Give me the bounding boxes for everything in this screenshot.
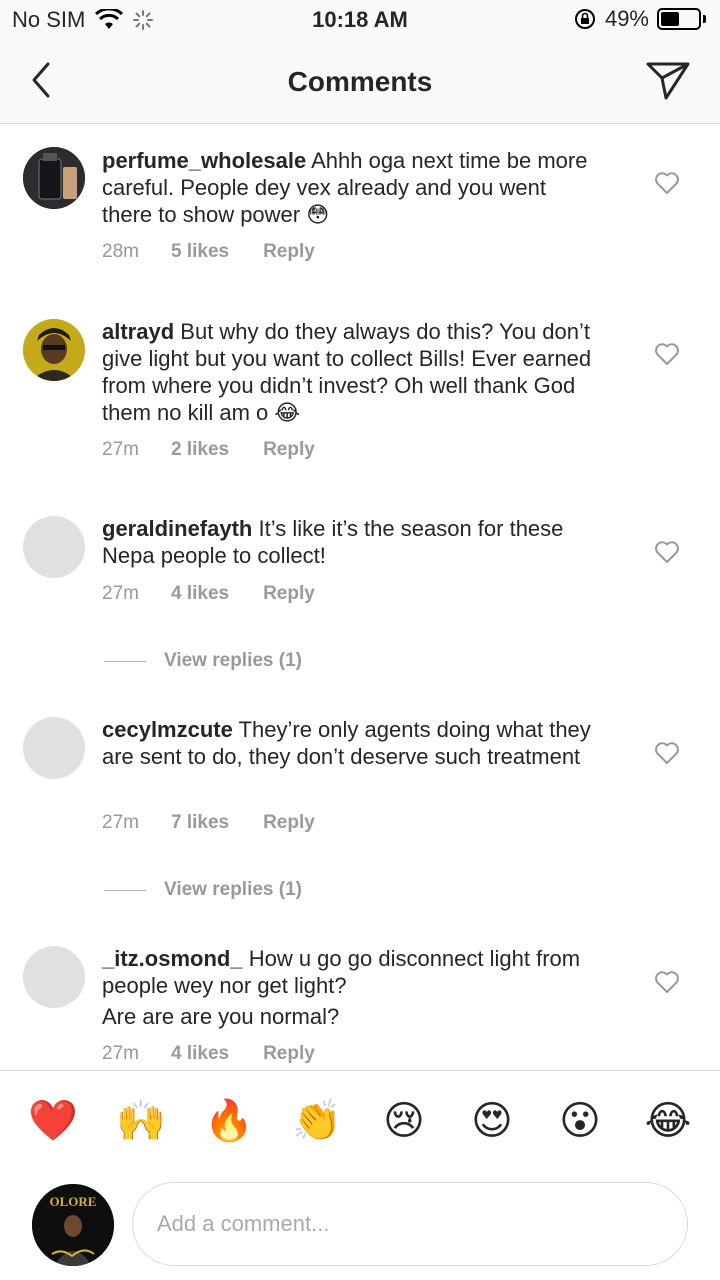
comment-likes[interactable]: 4 likes <box>171 1043 229 1065</box>
comment-likes[interactable]: 5 likes <box>171 241 229 263</box>
comment-text: perfume_wholesale Ahhh oga next time be … <box>102 147 602 228</box>
comment-likes[interactable]: 4 likes <box>171 583 229 605</box>
comment-text: altrayd But why do they always do this? … <box>102 318 602 426</box>
reaction-crying[interactable]: 😢 <box>380 1097 428 1145</box>
comment-time: 27m <box>102 439 139 460</box>
reaction-heart[interactable]: ❤️ <box>28 1097 78 1145</box>
paper-plane-icon <box>646 62 690 100</box>
divider-line <box>104 889 146 891</box>
heart-icon[interactable] <box>654 342 680 366</box>
comment-time: 28m <box>102 241 139 262</box>
comment-text: geraldinefayth It’s like it’s the season… <box>102 515 602 569</box>
comment-text: _itz.osmond_ How u go go disconnect ligh… <box>102 945 602 1030</box>
battery-tip <box>703 15 706 23</box>
comment-meta: 27m 7 likes Reply <box>102 812 315 834</box>
comment-username[interactable]: perfume_wholesale <box>102 148 306 173</box>
battery-fill <box>661 12 679 26</box>
reaction-heart-eyes[interactable]: 😍 <box>468 1097 516 1145</box>
reply-button[interactable]: Reply <box>263 439 315 461</box>
comment-username[interactable]: altrayd <box>102 319 174 344</box>
heart-icon[interactable] <box>654 171 680 195</box>
view-replies-button[interactable]: View replies (1) <box>104 650 302 672</box>
reaction-clapping[interactable]: 👏 <box>292 1097 342 1145</box>
reaction-raised-hands[interactable]: 🙌 <box>116 1097 166 1145</box>
comments-list[interactable]: perfume_wholesale Ahhh oga next time be … <box>0 125 720 1070</box>
page-title: Comments <box>287 66 433 97</box>
emoji-reaction-bar: ❤️ 🙌 🔥 👏 😢 😍 😮 😂 <box>0 1070 720 1176</box>
reaction-surprised[interactable]: 😮 <box>556 1097 604 1145</box>
comment-meta: 27m 4 likes Reply <box>102 1043 315 1065</box>
rotation-lock-icon <box>574 9 595 29</box>
view-replies-label: View replies (1) <box>164 879 302 900</box>
profile-photo-image <box>23 319 85 381</box>
comment-username[interactable]: cecylmzcute <box>102 717 233 742</box>
reaction-fire[interactable]: 🔥 <box>204 1097 254 1145</box>
comment-time: 27m <box>102 812 139 833</box>
battery-percent: 49% <box>604 6 649 31</box>
heart-icon[interactable] <box>654 540 680 564</box>
perfume-bottle-image <box>23 147 85 209</box>
comment-likes[interactable]: 2 likes <box>171 439 229 461</box>
comment-input[interactable] <box>132 1182 688 1266</box>
avatar[interactable] <box>23 319 85 381</box>
comment-time: 27m <box>102 1043 139 1064</box>
profile-photo-image: OLORE <box>32 1184 114 1266</box>
reply-button[interactable]: Reply <box>263 241 315 263</box>
comment-meta: 27m 4 likes Reply <box>102 583 315 605</box>
comment-likes[interactable]: 7 likes <box>171 812 229 834</box>
comment-message-line2: Are are are you normal? <box>102 1004 340 1029</box>
avatar[interactable] <box>23 946 85 1008</box>
comment-meta: 28m 5 likes Reply <box>102 241 315 263</box>
reply-button[interactable]: Reply <box>263 812 315 834</box>
avatar[interactable] <box>23 147 85 209</box>
avatar[interactable]: OLORE <box>32 1184 114 1266</box>
avatar-logo-text: OLORE <box>50 1194 97 1209</box>
avatar[interactable] <box>23 717 85 779</box>
comment-username[interactable]: _itz.osmond_ <box>102 946 243 971</box>
avatar[interactable] <box>23 516 85 578</box>
divider-line <box>104 660 146 662</box>
heart-icon[interactable] <box>654 970 680 994</box>
view-replies-label: View replies (1) <box>164 650 302 671</box>
status-right: 49% <box>573 6 706 32</box>
battery-icon <box>657 8 701 30</box>
comment-time: 27m <box>102 583 139 604</box>
comment-composer: OLORE <box>0 1176 720 1280</box>
navigation-bar: Comments <box>0 40 720 124</box>
comment-text: cecylmzcute They’re only agents doing wh… <box>102 716 602 770</box>
view-replies-button[interactable]: View replies (1) <box>104 879 302 901</box>
send-button[interactable] <box>644 56 692 104</box>
status-bar: No SIM 10:18 AM 49% <box>0 0 720 40</box>
reply-button[interactable]: Reply <box>263 583 315 605</box>
reply-button[interactable]: Reply <box>263 1043 315 1065</box>
heart-icon[interactable] <box>654 741 680 765</box>
reaction-laughing[interactable]: 😂 <box>644 1097 692 1145</box>
comment-meta: 27m 2 likes Reply <box>102 439 315 461</box>
comment-username[interactable]: geraldinefayth <box>102 516 252 541</box>
comment-message: But why do they always do this? You don’… <box>102 319 592 425</box>
